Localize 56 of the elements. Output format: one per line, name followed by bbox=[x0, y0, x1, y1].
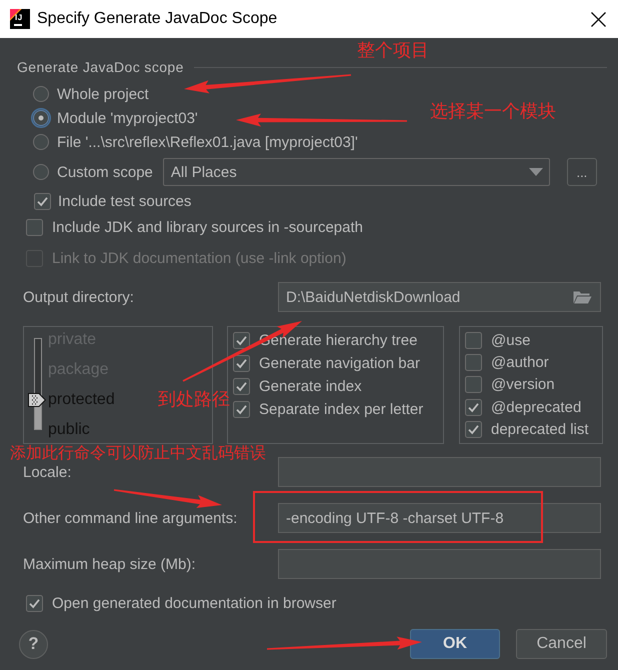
checkbox[interactable] bbox=[233, 332, 250, 349]
checkbox-label: deprecated list bbox=[491, 421, 589, 438]
checkbox-label: Include JDK and library sources in -sourcepath bbox=[52, 218, 363, 236]
checkbox-label: @deprecated bbox=[491, 398, 582, 416]
annotation-text: 到处路径 bbox=[158, 389, 230, 410]
cancel-button[interactable]: Cancel bbox=[516, 629, 607, 659]
checkbox[interactable] bbox=[26, 594, 43, 612]
window-title: Specify Generate JavaDoc Scope bbox=[37, 10, 278, 28]
checkbox[interactable] bbox=[233, 355, 250, 372]
checkbox-label: Include test sources bbox=[58, 192, 192, 210]
input-field[interactable] bbox=[278, 457, 601, 487]
checkbox-label: Separate index per letter bbox=[259, 401, 424, 418]
caret-icon bbox=[528, 168, 543, 176]
checkbox[interactable] bbox=[26, 218, 43, 236]
radio-button[interactable] bbox=[31, 84, 51, 104]
radio-label: File '...\src\reflex\Reflex01.java [myproject03]' bbox=[57, 134, 358, 150]
group-title: Generate JavaDoc scope bbox=[17, 59, 184, 75]
checkbox[interactable] bbox=[465, 354, 482, 372]
help-button[interactable]: ? bbox=[19, 630, 48, 658]
checkbox[interactable] bbox=[465, 376, 482, 394]
field-label: Other command line arguments: bbox=[23, 510, 238, 526]
radio-label: Module 'myproject03' bbox=[57, 110, 198, 126]
checkbox[interactable] bbox=[34, 192, 51, 210]
annotation-text: 添加此行命令可以防止中文乱码错误 bbox=[10, 445, 266, 463]
output-directory-field[interactable]: D:\BaiduNetdiskDownload bbox=[278, 282, 601, 312]
input-field[interactable] bbox=[278, 549, 601, 579]
slider-thumb[interactable] bbox=[28, 393, 46, 407]
radio-button[interactable] bbox=[31, 132, 51, 152]
checkbox-label: @use bbox=[491, 332, 530, 349]
annotation-text: 选择某一个模块 bbox=[430, 101, 556, 122]
radio-label: Whole project bbox=[57, 86, 149, 102]
field-label: Locale: bbox=[23, 464, 72, 480]
annotation-text: 整个项目 bbox=[357, 40, 429, 60]
scope-dropdown[interactable]: All Places bbox=[162, 158, 550, 186]
radio-label: Custom scope bbox=[57, 164, 153, 180]
checkbox-label: Generate index bbox=[259, 378, 362, 395]
close-icon bbox=[590, 12, 606, 26]
checkbox[interactable] bbox=[465, 332, 482, 349]
folder-icon[interactable] bbox=[573, 290, 592, 304]
checkbox[interactable] bbox=[465, 398, 482, 416]
checkbox[interactable] bbox=[233, 378, 250, 395]
checkbox-label: @author bbox=[491, 354, 549, 372]
checkbox[interactable] bbox=[465, 421, 482, 438]
input-field[interactable]: -encoding UTF-8 -charset UTF-8 bbox=[278, 503, 601, 533]
checkbox-label: @version bbox=[491, 376, 555, 394]
field-label: Output directory: bbox=[23, 288, 134, 306]
app-logo: IJ bbox=[10, 9, 30, 29]
browse-button[interactable]: ... bbox=[566, 158, 597, 186]
checkbox-label: Generate navigation bar bbox=[259, 355, 420, 372]
radio-button[interactable] bbox=[31, 162, 51, 182]
checkbox-label: Link to JDK documentation (use -link option) bbox=[52, 250, 346, 266]
field-label: Maximum heap size (Mb): bbox=[23, 556, 196, 572]
checkbox[interactable] bbox=[233, 401, 250, 418]
checkbox-label: Open generated documentation in browser bbox=[52, 594, 336, 612]
radio-button[interactable] bbox=[31, 108, 51, 128]
ok-button[interactable]: OK bbox=[410, 629, 500, 659]
